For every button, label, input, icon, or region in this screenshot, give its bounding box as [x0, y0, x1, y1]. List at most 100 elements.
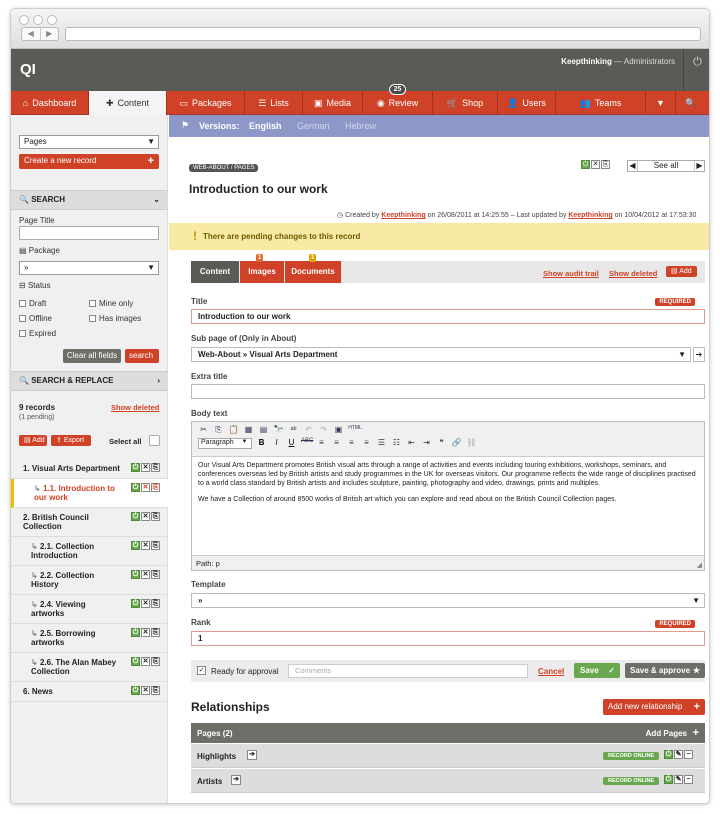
search-header[interactable]: 🔍 SEARCH ⌄ [11, 190, 168, 210]
tree-item[interactable]: ↳ 2.5. Borrowing artworks ⏻ ✕ ⎘ [11, 624, 168, 653]
tree-item[interactable]: 6. News ⏻ ✕ ⎘ [11, 682, 168, 702]
find-icon[interactable]: 🔭 [273, 425, 284, 435]
url-bar[interactable] [65, 27, 701, 41]
tree-item[interactable]: ↳ 2.4. Viewing artworks ⏻ ✕ ⎘ [11, 595, 168, 624]
minimize-dot[interactable] [33, 15, 43, 25]
tab-content[interactable]: Content [191, 261, 239, 283]
nav-content[interactable]: ✚ Content [89, 91, 167, 115]
status-offline[interactable]: Offline [19, 314, 52, 323]
record-type-select[interactable]: Pages ▼ [19, 135, 159, 149]
add-button[interactable]: ▤ Add [19, 435, 47, 446]
copy-icon[interactable]: ⎘ [151, 512, 160, 521]
created-by-link[interactable]: Keepthinking [381, 212, 425, 219]
status-images[interactable]: Has images [89, 314, 141, 323]
add-pages-link[interactable]: Add Pages [646, 729, 687, 738]
page-title-input[interactable] [19, 226, 159, 240]
tree-item[interactable]: ↳ 1.1. Introduction to our work ⏻ ✕ ⎘ [11, 479, 168, 508]
copy-icon[interactable]: ⎘ [151, 657, 160, 666]
tree-item[interactable]: 2. British Council Collection ⏻ ✕ ⎘ [11, 508, 168, 537]
nav-more-button[interactable]: ▼ [646, 91, 676, 115]
see-all-link[interactable]: See all [638, 161, 694, 171]
close-dot[interactable] [19, 15, 29, 25]
checkbox[interactable] [89, 315, 96, 322]
remove-icon[interactable]: − [684, 775, 693, 784]
bold-icon[interactable]: B [256, 438, 267, 449]
unlink-icon[interactable]: ⛓ [466, 438, 477, 449]
copy-icon[interactable]: ⎘ [151, 628, 160, 637]
checkbox[interactable] [19, 330, 26, 337]
nav-packages[interactable]: ▭ Packages [167, 91, 245, 115]
status-mine[interactable]: Mine only [89, 299, 133, 308]
close-icon[interactable]: ✕ [591, 160, 600, 169]
checkbox[interactable] [19, 315, 26, 322]
undo-icon[interactable]: ↶ [303, 425, 314, 435]
underline-icon[interactable]: U [286, 438, 297, 449]
checkbox[interactable] [89, 300, 96, 307]
comments-input[interactable]: Comments [288, 664, 528, 678]
template-select[interactable]: » ▼ [191, 593, 705, 608]
strike-icon[interactable]: ABC [301, 438, 313, 449]
search-replace-header[interactable]: 🔍 SEARCH & REPLACE › [11, 371, 168, 391]
power-icon[interactable]: ⏻ [131, 541, 140, 550]
close-icon[interactable]: ✕ [141, 599, 150, 608]
copy-icon[interactable]: ⎘ [213, 425, 224, 435]
show-deleted-link[interactable]: Show deleted [111, 403, 159, 412]
paste-icon[interactable]: 📋 [228, 425, 239, 435]
version-hebrew[interactable]: Hebrew [345, 121, 376, 131]
package-select[interactable]: » ▼ [19, 261, 159, 275]
power-icon[interactable]: ⏻ [683, 49, 709, 91]
paste-text-icon[interactable]: ▦ [243, 425, 254, 435]
save-button[interactable]: Save ✓ [574, 663, 620, 678]
app-logo[interactable]: QI [20, 61, 36, 78]
quote-icon[interactable]: ❝ [436, 438, 447, 449]
back-icon[interactable]: ◀ [22, 28, 40, 40]
select-all-label[interactable]: Select all [109, 437, 142, 446]
version-english[interactable]: English [249, 121, 282, 131]
copy-icon[interactable]: ⎘ [151, 599, 160, 608]
italic-icon[interactable]: I [271, 438, 282, 449]
link-icon[interactable]: 🔗 [451, 438, 462, 449]
paste-word-icon[interactable]: ▤ [258, 425, 269, 435]
go-arrow-icon[interactable]: ➔ [693, 347, 705, 362]
cut-icon[interactable]: ✂ [198, 425, 209, 435]
align-right-icon[interactable]: ≡ [346, 438, 357, 449]
export-button[interactable]: ⇪ Export [51, 435, 91, 446]
nav-lists[interactable]: ☰ Lists [245, 91, 303, 115]
power-icon[interactable]: ⏻ [131, 463, 140, 472]
tree-item[interactable]: 1. Visual Arts Department ⏻ ✕ ⎘ [11, 459, 168, 479]
power-icon[interactable]: ⏻ [131, 686, 140, 695]
close-icon[interactable]: ✕ [141, 686, 150, 695]
editor-body[interactable]: Our Visual Arts Department promotes Brit… [192, 456, 704, 556]
close-icon[interactable]: ✕ [141, 512, 150, 521]
tree-item[interactable]: ↳ 2.1. Collection Introduction ⏻ ✕ ⎘ [11, 537, 168, 566]
prev-icon[interactable]: ◀ [628, 161, 638, 171]
bullet-list-icon[interactable]: ☰ [376, 438, 387, 449]
updated-by-link[interactable]: Keepthinking [568, 212, 612, 219]
close-icon[interactable]: ✕ [141, 463, 150, 472]
nav-shop[interactable]: 🛒 Shop [433, 91, 498, 115]
power-icon[interactable]: ⏻ [131, 628, 140, 637]
close-icon[interactable]: ✕ [141, 657, 150, 666]
create-record-button[interactable]: Create a new record + [19, 154, 159, 169]
paragraph-select[interactable]: Paragraph ▼ [198, 438, 252, 449]
plus-icon[interactable]: + [693, 727, 699, 739]
remove-icon[interactable]: − [684, 750, 693, 759]
nav-dashboard[interactable]: ⌂ Dashboard [11, 91, 89, 115]
status-expired[interactable]: Expired [19, 329, 56, 338]
align-left-icon[interactable]: ≡ [316, 438, 327, 449]
add-relationship-button[interactable]: Add new relationship + [603, 699, 705, 715]
tab-add-button[interactable]: ▤ Add [666, 266, 697, 277]
next-icon[interactable]: ▶ [694, 161, 704, 171]
ready-checkbox[interactable]: ✓ [197, 666, 206, 675]
html-icon[interactable]: HTML [348, 425, 362, 435]
nav-search-button[interactable]: 🔍 [676, 91, 706, 115]
align-center-icon[interactable]: ≡ [331, 438, 342, 449]
copy-icon[interactable]: ⎘ [151, 541, 160, 550]
power-icon[interactable]: ⏻ [664, 750, 673, 759]
title-input[interactable]: Introduction to our work [191, 309, 705, 324]
nav-users[interactable]: 👤 Users [498, 91, 556, 115]
subpage-select[interactable]: Web-About » Visual Arts Department ▼ [191, 347, 691, 362]
close-icon[interactable]: ✕ [141, 628, 150, 637]
edit-icon[interactable]: ✎ [674, 750, 683, 759]
version-german[interactable]: German [297, 121, 330, 131]
